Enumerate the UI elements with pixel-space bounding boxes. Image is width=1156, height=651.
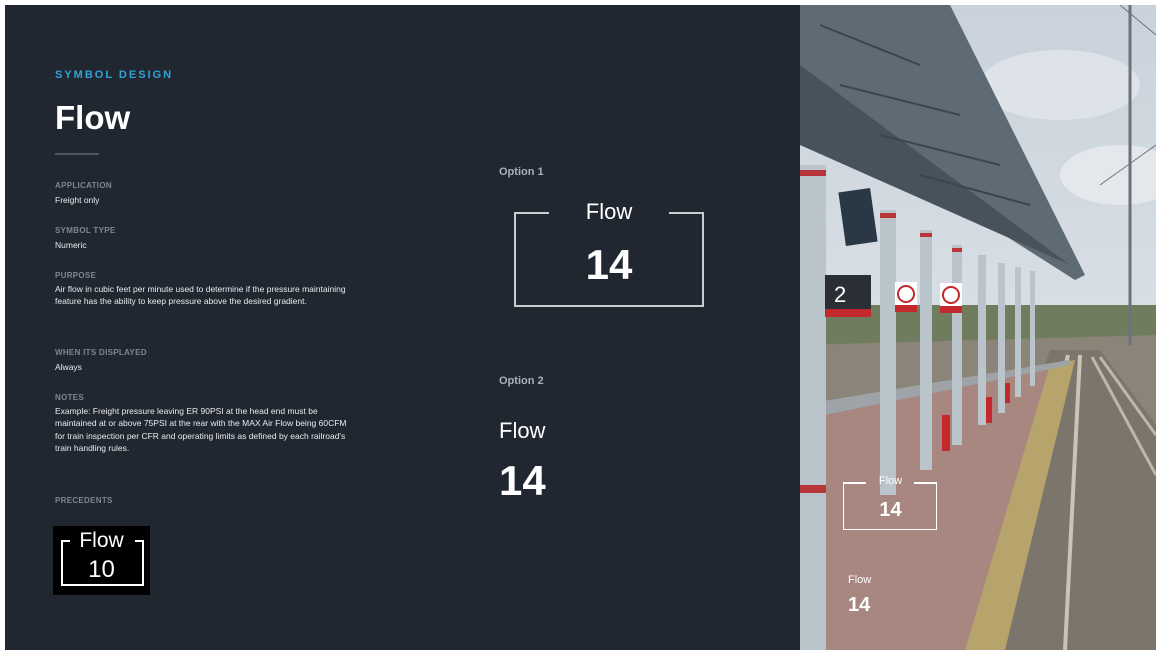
platform-photo: 2 Flow 14 Flow 14 — [800, 5, 1156, 650]
symbol-type-value: Numeric — [55, 240, 87, 250]
precedents-label: PRECEDENTS — [55, 496, 113, 505]
eyebrow-label: SYMBOL DESIGN — [55, 69, 174, 81]
platform-scene: 2 — [800, 5, 1156, 650]
symbol-type-label: SYMBOL TYPE — [55, 226, 116, 235]
option1-label: Option 1 — [499, 166, 544, 178]
overlay1-title: Flow — [878, 475, 903, 487]
option1-symbol-value: 14 — [585, 241, 633, 288]
title-divider — [55, 153, 99, 155]
precedent-value: 10 — [88, 556, 115, 583]
purpose-value: Air flow in cubic feet per minute used t… — [55, 284, 346, 307]
purpose-label: PURPOSE — [55, 271, 97, 280]
option2-symbol-value: 14 — [499, 457, 546, 504]
overlay1-value: 14 — [879, 499, 902, 521]
option2-label: Option 2 — [499, 375, 544, 387]
when-displayed-label: WHEN ITS DISPLAYED — [55, 348, 147, 357]
notes-label: NOTES — [55, 393, 85, 402]
application-value: Freight only — [55, 195, 100, 205]
precedent-symbol: Flow 10 — [53, 526, 150, 595]
option1-symbol-title: Flow — [585, 199, 633, 224]
precedent-title: Flow — [79, 529, 124, 552]
when-displayed-value: Always — [55, 362, 82, 372]
application-label: APPLICATION — [55, 181, 112, 190]
option2-symbol-title: Flow — [499, 418, 546, 443]
notes-value: Example: Freight pressure leaving ER 90P… — [55, 406, 347, 453]
page-title: Flow — [55, 99, 131, 136]
overlay2-value: 14 — [848, 594, 871, 616]
overlay2-title: Flow — [848, 574, 872, 586]
platform-sign-number: 2 — [834, 282, 846, 307]
slide: SYMBOL DESIGN Flow APPLICATION Freight o… — [5, 5, 1156, 650]
